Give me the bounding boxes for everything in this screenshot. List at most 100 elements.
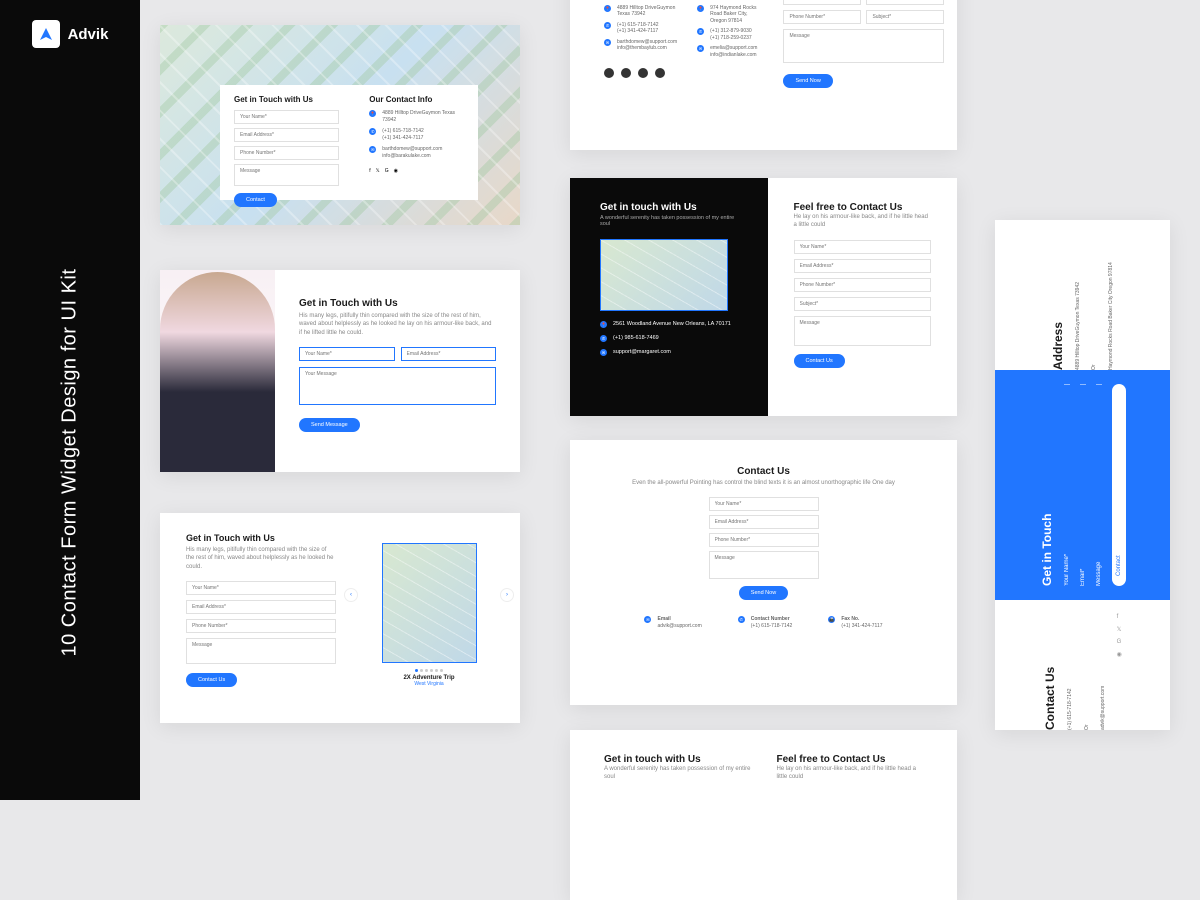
instagram-icon[interactable]: ◉: [1117, 651, 1122, 658]
contact-us-heading: Contact Us: [1043, 614, 1057, 730]
google-icon[interactable]: [638, 68, 648, 78]
facebook-icon[interactable]: [604, 68, 614, 78]
brand-logo: Advik: [32, 20, 109, 48]
contact-us-button[interactable]: Contact Us: [794, 354, 845, 368]
send-now-button[interactable]: Send Now: [783, 74, 832, 88]
phone-input[interactable]: [709, 533, 819, 547]
widget-contact-person: Get in Touch with Us His many legs, piti…: [160, 270, 520, 472]
phone-input[interactable]: [783, 10, 861, 24]
email-input[interactable]: [401, 347, 497, 361]
twitter-icon[interactable]: [621, 68, 631, 78]
name-input[interactable]: [794, 240, 932, 254]
heading: Contact Us: [737, 466, 790, 477]
contact-button[interactable]: Contact: [234, 193, 277, 207]
heading: Get in Touch with Us: [186, 533, 336, 543]
message-input[interactable]: [299, 367, 496, 405]
address-heading: Address: [1051, 236, 1065, 370]
heading: Get in Touch with Us: [299, 298, 496, 309]
twitter-icon[interactable]: 𝕏: [376, 168, 380, 174]
brand-name: Advik: [68, 26, 109, 43]
send-now-button[interactable]: Send Now: [739, 586, 788, 600]
mail-icon: ✉: [697, 45, 704, 52]
facebook-icon[interactable]: f: [1117, 614, 1122, 620]
mail-icon: ✉: [600, 349, 607, 356]
person-image: [160, 272, 275, 472]
contact-button[interactable]: Contact: [1112, 384, 1126, 586]
name-input[interactable]: [234, 110, 339, 124]
subheading: His many legs, pitifully thin compared w…: [186, 546, 336, 571]
logo-mark-icon: [32, 20, 60, 48]
google-icon[interactable]: G: [385, 168, 389, 174]
name-input[interactable]: [783, 0, 861, 5]
subject-input[interactable]: [866, 10, 944, 24]
widget-contact-map: Get in Touch with Us Contact Our Contact…: [160, 25, 520, 225]
widget-contact-peek: Get in touch with Us A wonderful serenit…: [570, 730, 957, 900]
phone-icon: ✆: [604, 22, 611, 29]
touch-heading: Get in Touch: [1040, 384, 1054, 586]
mail-icon: ✉: [604, 39, 611, 46]
subheading: His many legs, pitifully thin compared w…: [299, 312, 496, 337]
phone-input[interactable]: [234, 146, 339, 160]
contact-us-button[interactable]: Contact Us: [186, 673, 237, 687]
email-input[interactable]: [709, 515, 819, 529]
heading2: Feel free to Contact Us: [777, 754, 924, 765]
email-input[interactable]: [186, 600, 336, 614]
trip-location: West Virginia: [414, 681, 443, 687]
heading: Get in touch with Us: [600, 202, 738, 213]
message-input[interactable]: [794, 316, 932, 346]
fax-icon: 📠: [828, 616, 835, 623]
dark-map: [600, 239, 728, 311]
pin-icon: 📍: [600, 321, 607, 328]
message-input[interactable]: [783, 29, 944, 63]
widget-contact-centered: Contact Us Even the all-powerful Pointin…: [570, 440, 957, 705]
slide-dots[interactable]: [415, 669, 443, 672]
sidebar: Advik 10 Contact Form Widget Design for …: [0, 0, 140, 800]
next-arrow-icon[interactable]: ›: [500, 588, 514, 602]
pin-icon: 📍: [369, 110, 376, 117]
email-input[interactable]: [794, 259, 932, 273]
address-text: 4889 Hilltop DriveGuymon Texas 73942: [382, 110, 464, 123]
heading: Get in touch with Us: [604, 754, 751, 765]
phone-icon: ✆: [697, 28, 704, 35]
subject-input[interactable]: [794, 297, 932, 311]
widget-contact-vertical: Address 4889 Hilltop DriveGuymon Texas 7…: [995, 220, 1170, 730]
send-message-button[interactable]: Send Message: [299, 418, 360, 432]
branch2-title: New York Branch:: [697, 0, 757, 1]
instagram-icon[interactable]: ◉: [394, 168, 398, 174]
name-input[interactable]: [299, 347, 395, 361]
phone-icon: ✆: [738, 616, 745, 623]
heading2: Feel free to Contact Us: [794, 202, 932, 213]
pin-icon: 📍: [697, 5, 704, 12]
message-input[interactable]: [234, 164, 339, 186]
twitter-icon[interactable]: 𝕏: [1117, 626, 1122, 633]
phone-icon: ✆: [369, 128, 376, 135]
email-input[interactable]: Email*: [1080, 384, 1086, 586]
phone-icon: ✆: [600, 335, 607, 342]
name-input[interactable]: [186, 581, 336, 595]
message-input[interactable]: [709, 551, 819, 579]
phone-input[interactable]: [186, 619, 336, 633]
page-title: 10 Contact Form Widget Design for UI Kit: [59, 227, 82, 657]
heading: Get in Touch with Us: [234, 95, 339, 104]
message-input[interactable]: [186, 638, 336, 664]
widget-contact-dark: Get in touch with Us A wonderful serenit…: [570, 178, 957, 416]
mail-icon: ✉: [644, 616, 651, 623]
name-input[interactable]: [709, 497, 819, 511]
widget-contact-slider: Get in Touch with Us His many legs, piti…: [160, 513, 520, 723]
email-input[interactable]: [866, 0, 944, 5]
map-slide: [382, 543, 477, 663]
mail-icon: ✉: [369, 146, 376, 153]
branch1-title: Texas Branch:: [604, 0, 677, 1]
message-input[interactable]: Message: [1096, 384, 1102, 586]
pin-icon: 📍: [604, 5, 611, 12]
google-icon[interactable]: G: [1117, 639, 1122, 645]
phone-input[interactable]: [794, 278, 932, 292]
email-input[interactable]: [234, 128, 339, 142]
info-heading: Our Contact Info: [369, 95, 464, 104]
name-input[interactable]: Your Name*: [1064, 384, 1070, 586]
instagram-icon[interactable]: [655, 68, 665, 78]
canvas: Get in Touch with Us Contact Our Contact…: [140, 0, 1200, 800]
prev-arrow-icon[interactable]: ‹: [344, 588, 358, 602]
facebook-icon[interactable]: f: [369, 168, 370, 174]
widget-contact-branches: Get in touch with Us A wonderful serenit…: [570, 0, 957, 150]
